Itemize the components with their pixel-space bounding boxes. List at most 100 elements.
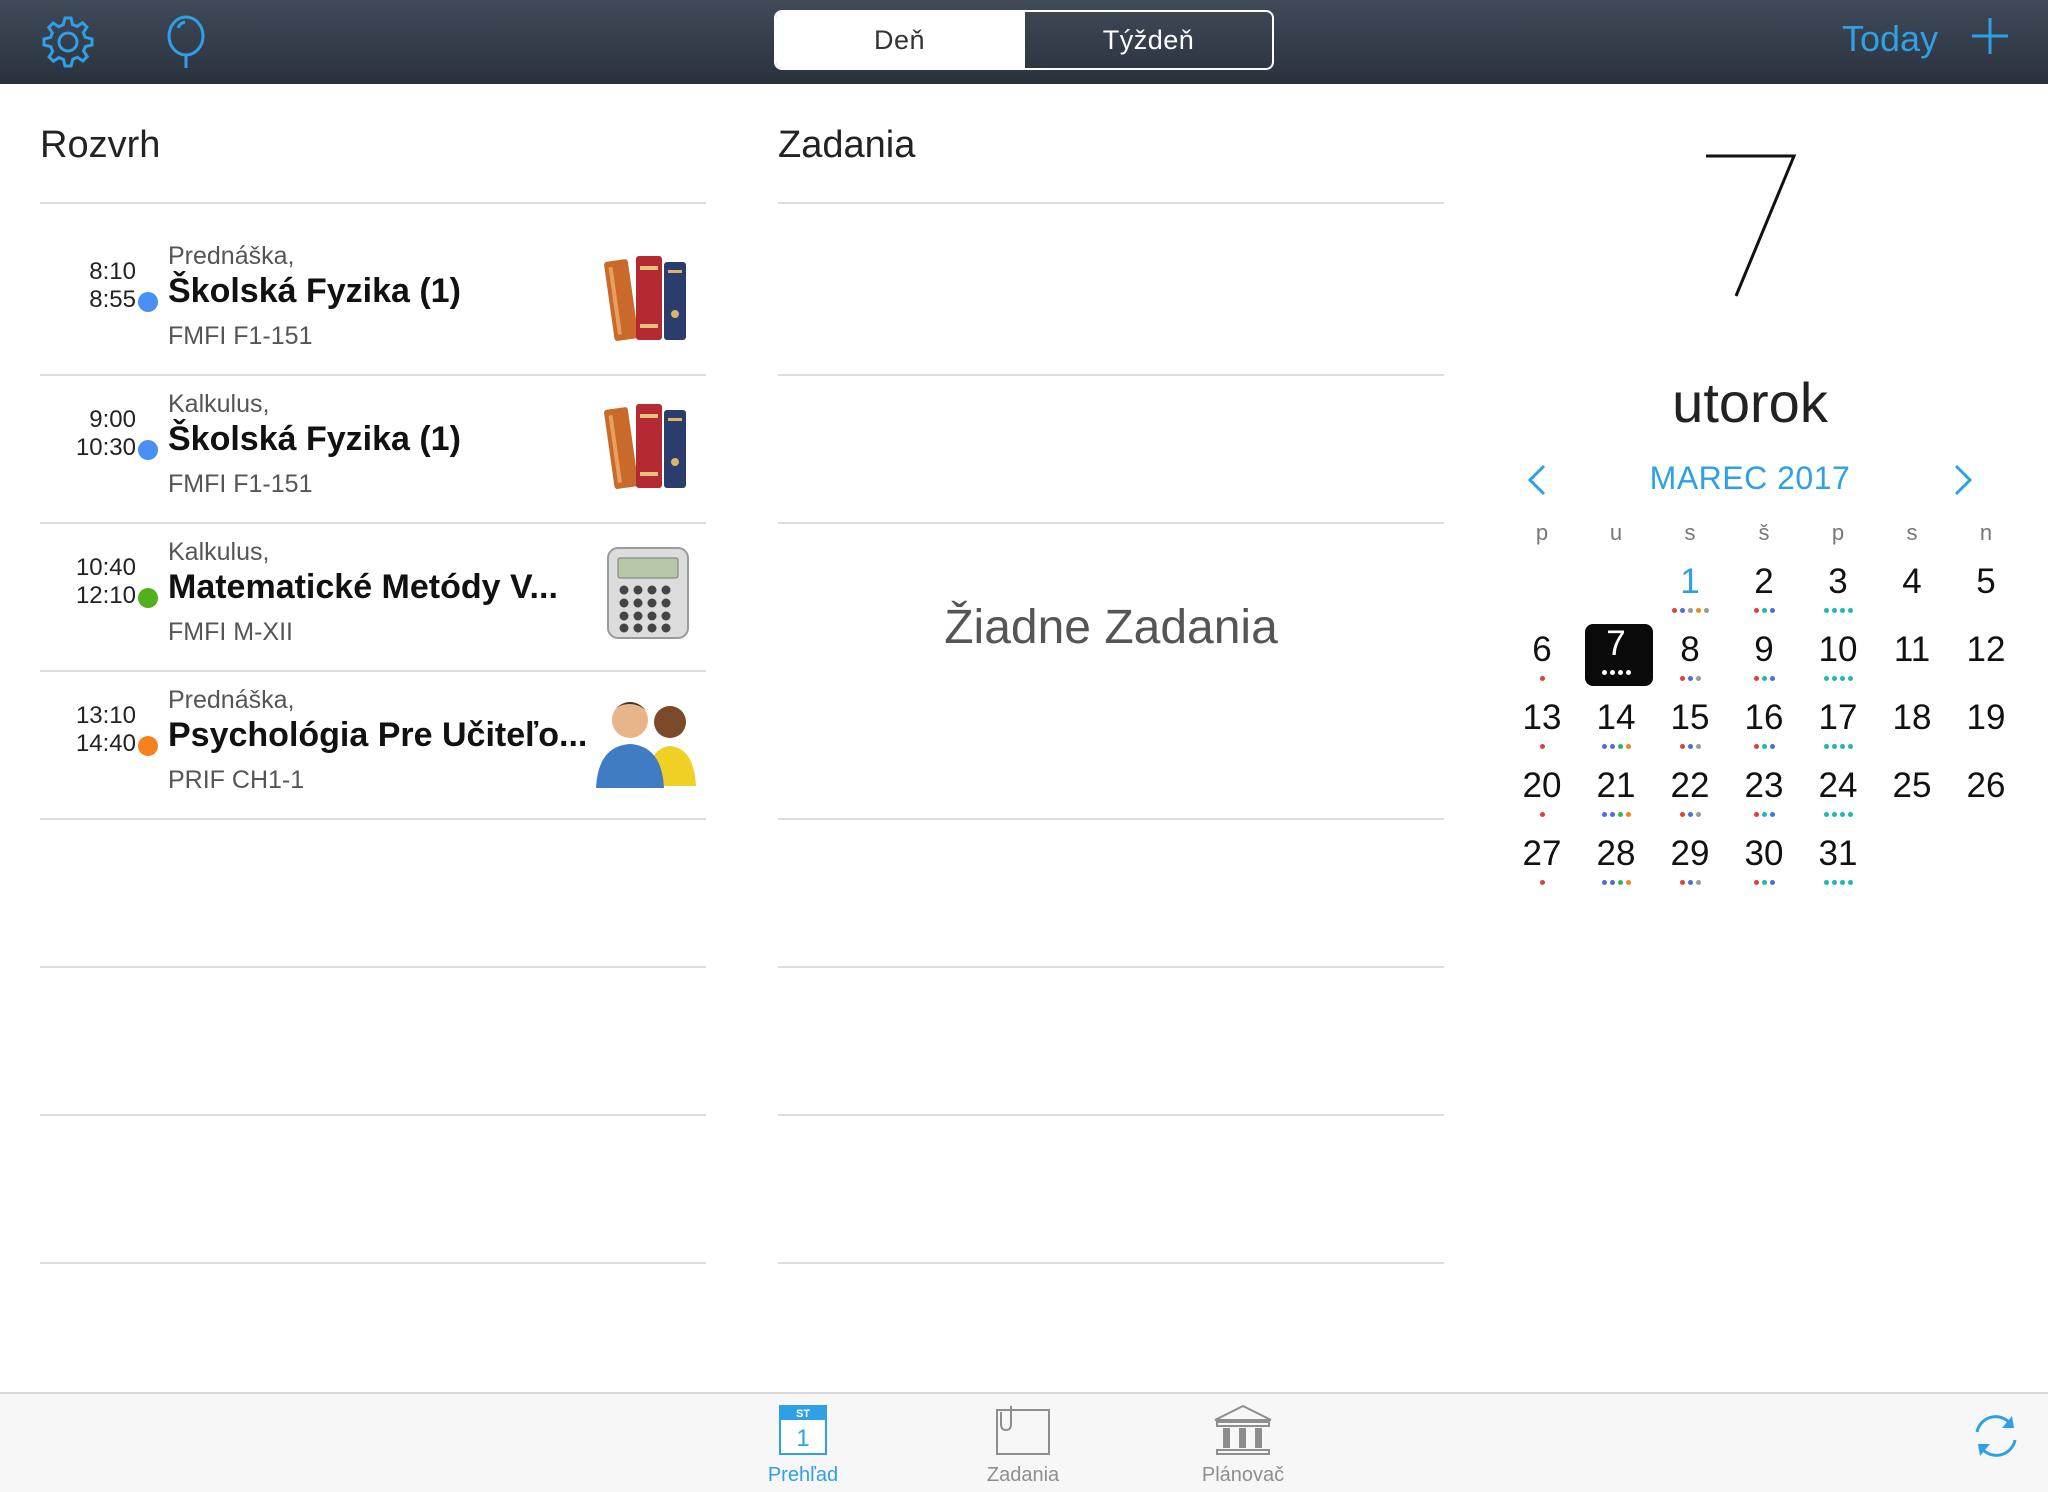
tab-planovac[interactable]: Plánovač	[1173, 1402, 1313, 1492]
time-range: 9:00 10:30	[36, 406, 136, 462]
month-navigation: MAREC 2017	[1520, 460, 1980, 500]
start-time: 8:10	[89, 258, 136, 285]
assignments-title: Zadania	[778, 124, 916, 166]
sync-icon[interactable]	[1968, 1408, 2024, 1464]
divider	[40, 966, 706, 968]
calendar-badge-top: ST	[796, 1408, 810, 1420]
building-icon	[1213, 1402, 1273, 1458]
calendar-week: 1 2 3 4 5	[1505, 550, 2023, 618]
month-label: MAREC 2017	[1649, 460, 1851, 496]
chevron-right-icon[interactable]	[1948, 462, 1976, 498]
lesson-type: Kalkulus,	[168, 390, 270, 418]
calendar-day[interactable]: 3	[1801, 550, 1875, 618]
calendar-day[interactable]: 24	[1801, 754, 1875, 822]
tab-zadania[interactable]: Zadania	[953, 1402, 1093, 1492]
calendar-day[interactable]: 19	[1949, 686, 2023, 754]
room-label: FMFI F1-151	[168, 470, 313, 498]
calculator-icon	[592, 542, 704, 642]
tab-label: Prehľad	[767, 1464, 839, 1486]
calendar-day[interactable]: 12	[1949, 618, 2023, 686]
segment-day[interactable]: Deň	[776, 12, 1023, 68]
calendar-week: 6 7 8 9 10 11 12	[1505, 618, 2023, 686]
color-dot	[138, 588, 158, 608]
calendar-day-empty	[1505, 550, 1579, 618]
calendar-day[interactable]: 23	[1727, 754, 1801, 822]
calendar-day[interactable]: 27	[1505, 822, 1579, 890]
calendar-day[interactable]: 5	[1949, 550, 2023, 618]
room-label: PRIF CH1-1	[168, 766, 305, 794]
plus-icon[interactable]	[1968, 14, 2012, 58]
time-range: 8:10 8:55	[36, 258, 136, 314]
start-time: 10:40	[75, 554, 136, 581]
calendar-day[interactable]: 26	[1949, 754, 2023, 822]
color-dot	[138, 292, 158, 312]
subject-name: Psychológia Pre Učiteľo...	[168, 716, 588, 754]
divider	[40, 1262, 706, 1264]
schedule-row[interactable]: 10:40 12:10 Kalkulus, Matematické Metódy…	[40, 524, 706, 672]
calendar-icon: ST 1	[773, 1402, 833, 1458]
calendar-day[interactable]: 4	[1875, 550, 1949, 618]
calendar-day[interactable]: 30	[1727, 822, 1801, 890]
calendar-day[interactable]: 29	[1653, 822, 1727, 890]
calendar-day[interactable]: 28	[1579, 822, 1653, 890]
color-dot	[138, 440, 158, 460]
calendar-day[interactable]: 8	[1653, 618, 1727, 686]
calendar-day[interactable]: 11	[1875, 618, 1949, 686]
calendar-day[interactable]: 15	[1653, 686, 1727, 754]
calendar-badge-num: 1	[796, 1425, 809, 1452]
schedule-row[interactable]: 9:00 10:30 Kalkulus, Školská Fyzika (1) …	[40, 376, 706, 524]
lesson-type: Kalkulus,	[168, 538, 270, 566]
big-day-number	[1700, 120, 1800, 310]
today-button[interactable]: Today	[1842, 18, 1938, 60]
books-icon	[592, 394, 704, 494]
books-icon	[592, 246, 704, 346]
calendar-day-empty	[1875, 822, 1949, 890]
room-label: FMFI F1-151	[168, 322, 313, 350]
divider	[778, 1114, 1444, 1116]
calendar-week: 20 21 22 23 24 25 26	[1505, 754, 2023, 822]
calendar-day[interactable]: 13	[1505, 686, 1579, 754]
weekday-label: n	[1979, 520, 1993, 545]
schedule-row[interactable]: 8:10 8:55 Prednáška, Školská Fyzika (1) …	[40, 228, 706, 376]
start-time: 13:10	[75, 702, 136, 729]
gear-icon[interactable]	[36, 10, 100, 74]
view-segmented-control: Deň Týždeň	[774, 10, 1274, 70]
calendar-day[interactable]: 20	[1505, 754, 1579, 822]
top-navigation-bar: Deň Týždeň Today	[0, 0, 2048, 84]
weekday-name: utorok	[1672, 371, 1828, 434]
divider	[778, 522, 1444, 524]
schedule-row[interactable]: 13:10 14:40 Prednáška, Psychológia Pre U…	[40, 672, 706, 820]
calendar-day[interactable]: 1	[1653, 550, 1727, 618]
subject-name: Matematické Metódy V...	[168, 568, 558, 606]
calendar-day[interactable]: 10	[1801, 618, 1875, 686]
tab-prehlad[interactable]: ST 1 Prehľad	[733, 1402, 873, 1492]
subject-name: Školská Fyzika (1)	[168, 420, 461, 458]
calendar-day[interactable]: 18	[1875, 686, 1949, 754]
pin-icon[interactable]	[154, 10, 218, 74]
calendar-day[interactable]: 21	[1579, 754, 1653, 822]
weekday-label: p	[1535, 520, 1549, 545]
lesson-type: Prednáška,	[168, 242, 295, 270]
start-time: 9:00	[89, 406, 136, 433]
segment-week[interactable]: Týždeň	[1023, 12, 1272, 68]
calendar-day[interactable]: 16	[1727, 686, 1801, 754]
weekday-label: s	[1684, 520, 1696, 545]
divider	[778, 202, 1444, 204]
calendar-day[interactable]: 25	[1875, 754, 1949, 822]
calendar-day[interactable]: 14	[1579, 686, 1653, 754]
calendar-day[interactable]: 6	[1505, 618, 1579, 686]
calendar-week: 13 14 15 16 17 18 19	[1505, 686, 2023, 754]
end-time: 10:30	[75, 434, 136, 461]
bottom-tab-bar: ST 1 Prehľad Zadania Plánovač	[0, 1392, 2048, 1492]
calendar-day[interactable]: 31	[1801, 822, 1875, 890]
calendar-day[interactable]: 2	[1727, 550, 1801, 618]
calendar-day-today[interactable]: 7	[1579, 618, 1653, 686]
calendar-day[interactable]: 17	[1801, 686, 1875, 754]
weekday-label: u	[1609, 520, 1623, 545]
divider	[778, 966, 1444, 968]
room-label: FMFI M-XII	[168, 618, 293, 646]
calendar-day[interactable]: 22	[1653, 754, 1727, 822]
divider	[778, 818, 1444, 820]
end-time: 12:10	[75, 582, 136, 609]
calendar-day[interactable]: 9	[1727, 618, 1801, 686]
